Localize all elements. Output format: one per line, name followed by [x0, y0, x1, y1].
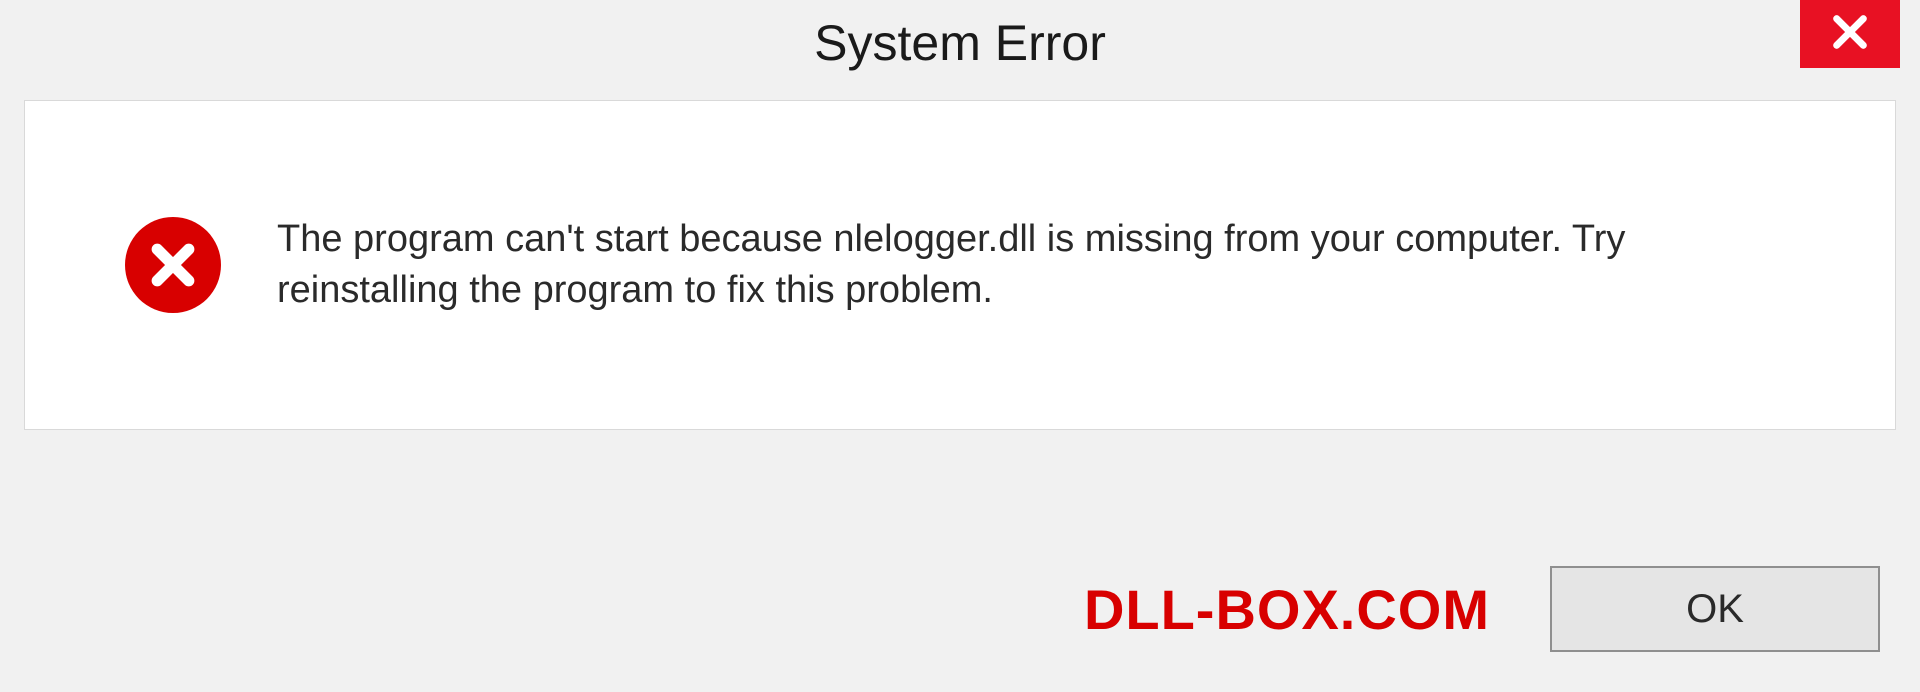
close-icon: [1830, 12, 1870, 57]
dialog-body: The program can't start because nlelogge…: [24, 100, 1896, 430]
ok-button[interactable]: OK: [1550, 566, 1880, 652]
dialog-title: System Error: [814, 14, 1106, 72]
dialog-footer: DLL-BOX.COM OK: [0, 566, 1920, 652]
titlebar: System Error: [0, 0, 1920, 100]
close-button[interactable]: [1800, 0, 1900, 68]
error-message: The program can't start because nlelogge…: [277, 214, 1677, 317]
error-circle-x-icon: [125, 217, 221, 313]
watermark-text: DLL-BOX.COM: [1084, 577, 1490, 642]
